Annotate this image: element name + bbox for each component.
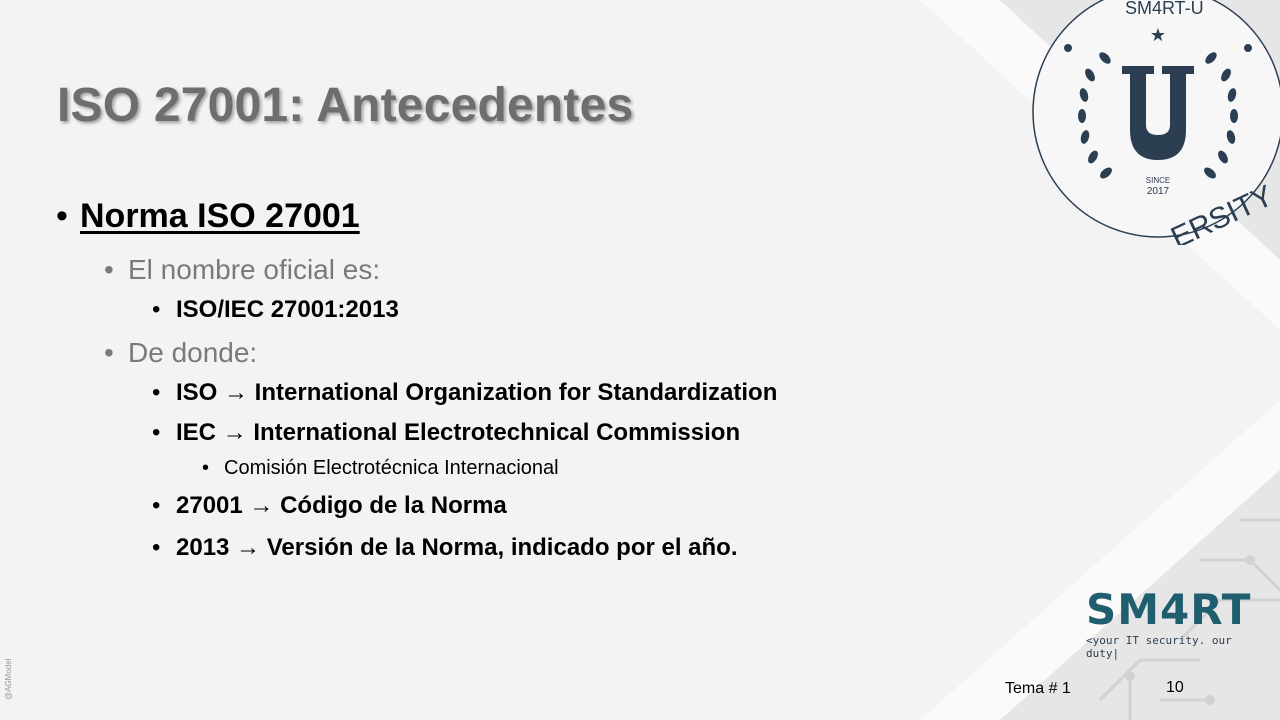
bullet-marker: • [56,197,68,235]
smart-logo-tagline: <your IT security. our duty| [1086,634,1232,660]
bullet-iso-text: ISO → International Organization for Sta… [176,379,778,406]
bullet-marker: • [152,492,161,519]
bullet-main-text: Norma ISO 27001 [80,197,360,235]
bullet-marker: • [104,337,114,368]
bullet-year: • 2013 → Versión de la Norma, indicado p… [152,534,738,562]
bullet-marker: • [152,419,161,446]
bullet-iec-translation-text: Comisión Electrotécnica Internacional [224,457,559,479]
side-credit: @AGModel [4,658,13,700]
bullet-marker: • [152,534,161,561]
bullet-year-text: 2013 → Versión de la Norma, indicado por… [176,534,738,561]
bullet-code-text: 27001 → Código de la Norma [176,492,507,519]
bullet-marker: • [152,296,161,323]
footer-topic: Tema # 1 [1005,680,1071,697]
bullet-official-intro-text: El nombre oficial es: [128,254,381,285]
bullet-from-intro: • De donde: [104,337,258,369]
bullet-code: • 27001 → Código de la Norma [152,492,507,520]
bullet-main: • Norma ISO 27001 [56,197,360,236]
bullet-iec: • IEC → International Electrotechnical C… [152,419,741,447]
bullet-marker: • [202,457,210,479]
bullet-official-name: • ISO/IEC 27001:2013 [152,296,399,324]
bullet-iso: • ISO → International Organization for S… [152,379,778,407]
bullet-official-name-text: ISO/IEC 27001:2013 [176,296,399,323]
bullet-marker: • [152,379,161,406]
bullet-iec-translation: • Comisión Electrotécnica Internacional [202,457,559,480]
smart-logo-wordmark: SM4RT [1086,585,1252,634]
bullet-official-intro: • El nombre oficial es: [104,254,381,286]
bullet-from-intro-text: De donde: [128,337,258,368]
page-number: 10 [1166,679,1184,696]
bullet-marker: • [104,254,114,285]
bullet-iec-text: IEC → International Electrotechnical Com… [176,419,741,446]
smart-logo: SM4RT <your IT security. our duty| [1086,585,1256,661]
